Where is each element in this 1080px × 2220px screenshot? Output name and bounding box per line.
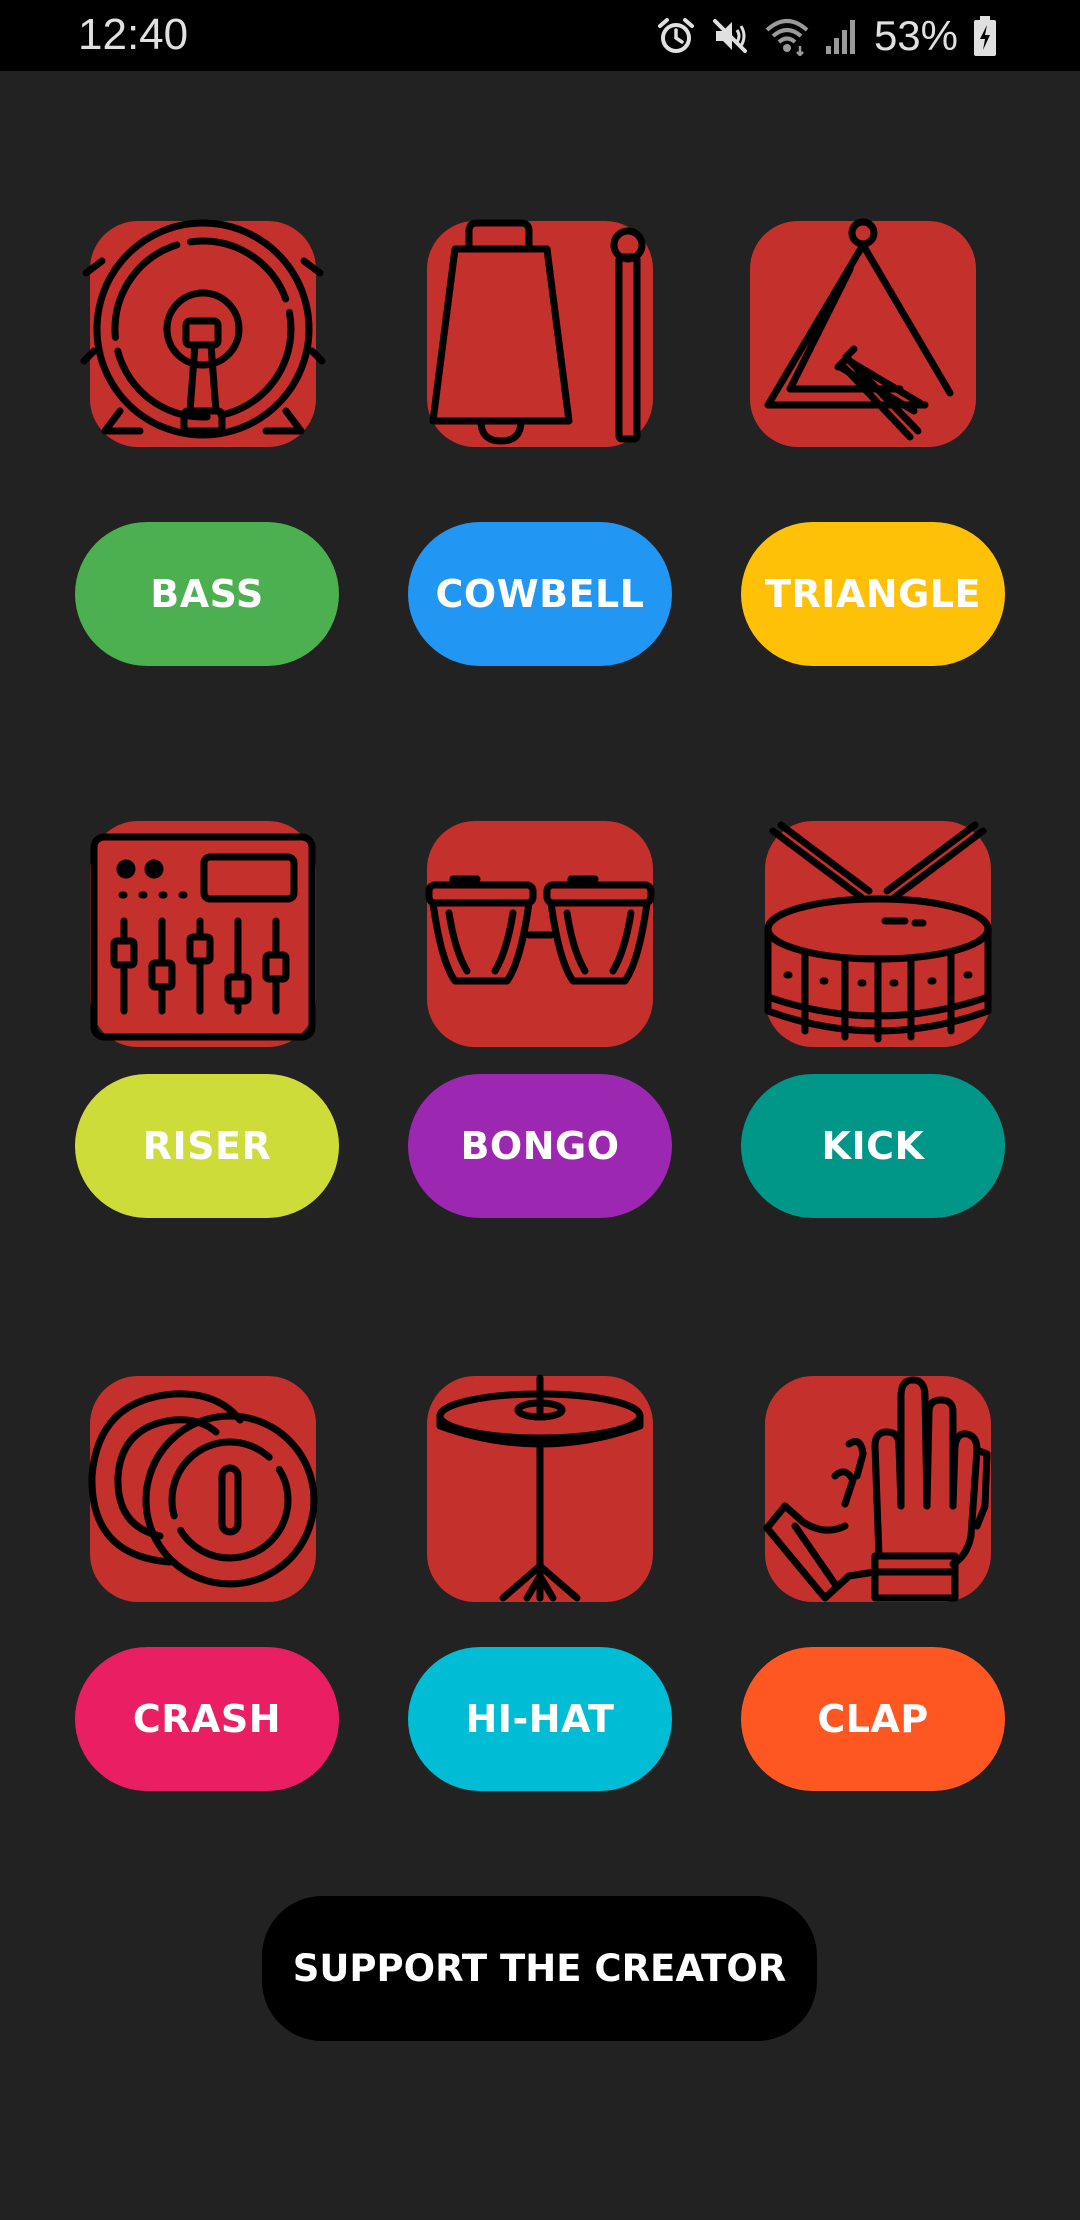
clap-pad[interactable] [763,1376,991,1602]
drum-pad-grid: BASS COWBELL TRIANGLE RISER BONGO KICK C… [0,71,1080,2220]
riser-button[interactable]: RISER [75,1074,339,1218]
clap-button[interactable]: CLAP [741,1647,1005,1791]
kick-pad[interactable] [764,821,992,1047]
hi-hat-pad[interactable] [427,1374,653,1602]
triangle-pad[interactable] [750,218,976,447]
mixer-icon [90,833,316,1041]
triangle-button[interactable]: TRIANGLE [741,522,1005,666]
bass-drum-icon [80,219,326,439]
snare-drum-icon [764,821,992,1043]
hi-hat-icon [436,1374,644,1602]
cowbell-icon [429,219,646,445]
bass-drum-pad[interactable] [80,219,326,447]
cowbell-button[interactable]: COWBELL [408,522,672,666]
crash-pad[interactable] [88,1376,318,1602]
hi-hat-button[interactable]: HI-HAT [408,1647,672,1791]
battery-percent: 53% [873,12,958,59]
crash-button[interactable]: CRASH [75,1647,339,1791]
triangle-icon [764,218,954,441]
status-time: 12:40 [78,10,189,59]
alarm-icon [656,16,696,56]
wifi-icon [764,16,810,56]
mute-icon [710,16,750,56]
cowbell-pad[interactable] [427,219,653,447]
signal-icon [824,16,860,56]
bass-button[interactable]: BASS [75,522,339,666]
riser-pad[interactable] [90,821,316,1047]
status-icons: 53% [656,12,998,60]
status-bar: 12:40 53% [0,0,1080,71]
support-the-creator-button[interactable]: SUPPORT THE CREATOR [262,1896,817,2041]
kick-button[interactable]: KICK [741,1074,1005,1218]
bongo-button[interactable]: BONGO [408,1074,672,1218]
bongo-icon [425,875,655,985]
clap-hands-icon [763,1376,991,1602]
battery-charging-icon [972,15,998,57]
bongo-pad[interactable] [425,821,655,1047]
crash-cymbal-icon [88,1390,318,1588]
